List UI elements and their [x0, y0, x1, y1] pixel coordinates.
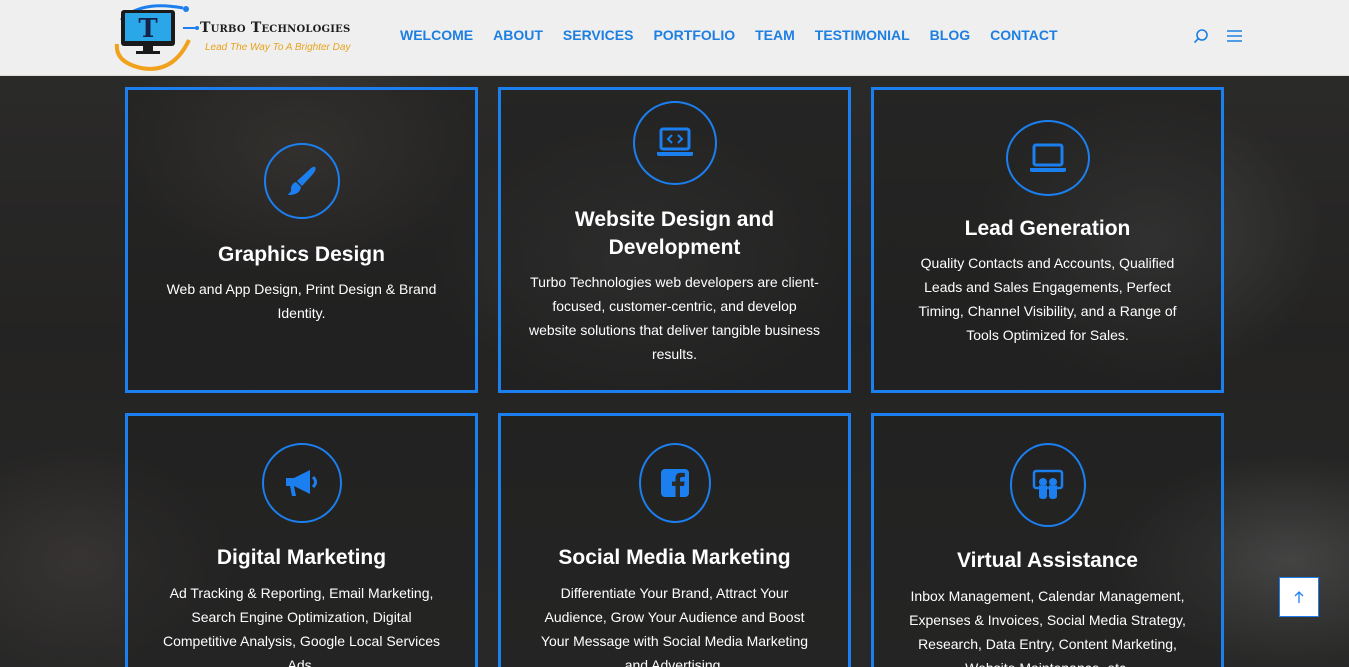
- search-icon[interactable]: [1192, 27, 1210, 45]
- nav-testimonial[interactable]: TESTIMONIAL: [805, 25, 920, 45]
- main-nav: WELCOME ABOUT SERVICES PORTFOLIO TEAM TE…: [390, 25, 1068, 45]
- service-card-graphics-design: Graphics Design Web and App Design, Prin…: [125, 87, 478, 393]
- service-icon-circle: [1009, 443, 1086, 527]
- nav-services[interactable]: SERVICES: [553, 25, 644, 45]
- back-to-top-button[interactable]: [1279, 577, 1319, 617]
- service-description: Differentiate Your Brand, Attract Your A…: [540, 585, 809, 667]
- logo-title: Turbo Technologies: [200, 20, 351, 36]
- logo-tagline: Lead The Way To A Brighter Day: [205, 42, 351, 53]
- service-title: Lead Generation: [964, 217, 1131, 240]
- service-card-website-design: Website Design and Development Turbo Tec…: [498, 87, 851, 393]
- paintbrush-icon: [287, 166, 316, 195]
- service-description: Inbox Management, Calendar Management, E…: [909, 588, 1186, 667]
- megaphone-icon: [285, 470, 317, 496]
- service-description: Quality Contacts and Accounts, Qualified…: [918, 255, 1177, 343]
- nav-blog[interactable]: BLOG: [920, 25, 980, 45]
- service-icon-circle: [638, 443, 711, 523]
- logo-monitor-icon: T: [114, 4, 199, 71]
- service-icon-circle: [261, 443, 342, 523]
- nav-team[interactable]: TEAM: [745, 25, 805, 45]
- service-card-social-media: Social Media Marketing Differentiate You…: [498, 413, 851, 667]
- service-title: Social Media Marketing: [558, 546, 791, 569]
- facebook-icon: [660, 469, 689, 497]
- service-card-digital-marketing: Digital Marketing Ad Tracking & Reportin…: [125, 413, 478, 667]
- service-title: Virtual Assistance: [957, 549, 1138, 572]
- site-logo[interactable]: T Turbo Technologies Lead The Way To A B…: [111, 0, 351, 74]
- menu-icon[interactable]: [1226, 27, 1244, 45]
- service-description: Turbo Technologies web developers are cl…: [528, 274, 821, 362]
- service-title: Digital Marketing: [216, 546, 387, 569]
- service-card-lead-generation: Lead Generation Quality Contacts and Acc…: [871, 87, 1224, 393]
- laptop-icon: [1029, 143, 1066, 172]
- site-header: T Turbo Technologies Lead The Way To A B…: [0, 0, 1349, 76]
- nav-portfolio[interactable]: PORTFOLIO: [643, 25, 745, 45]
- service-card-virtual-assistance: Virtual Assistance Inbox Management, Cal…: [871, 413, 1224, 667]
- arrow-up-icon: [1294, 591, 1304, 603]
- code-laptop-icon: [656, 127, 693, 156]
- service-icon-circle: [263, 143, 340, 219]
- service-icon-circle: [1005, 120, 1090, 196]
- logo-letter: T: [138, 14, 158, 44]
- slideshare-icon: [1032, 469, 1063, 499]
- nav-contact[interactable]: CONTACT: [980, 25, 1067, 45]
- nav-welcome[interactable]: WELCOME: [390, 25, 483, 45]
- service-icon-circle: [632, 101, 717, 185]
- service-description: Web and App Design, Print Design & Brand…: [166, 281, 437, 321]
- service-title: Website Design and Development: [574, 208, 775, 259]
- nav-about[interactable]: ABOUT: [483, 25, 553, 45]
- service-description: Ad Tracking & Reporting, Email Marketing…: [162, 585, 441, 667]
- service-title: Graphics Design: [218, 243, 385, 266]
